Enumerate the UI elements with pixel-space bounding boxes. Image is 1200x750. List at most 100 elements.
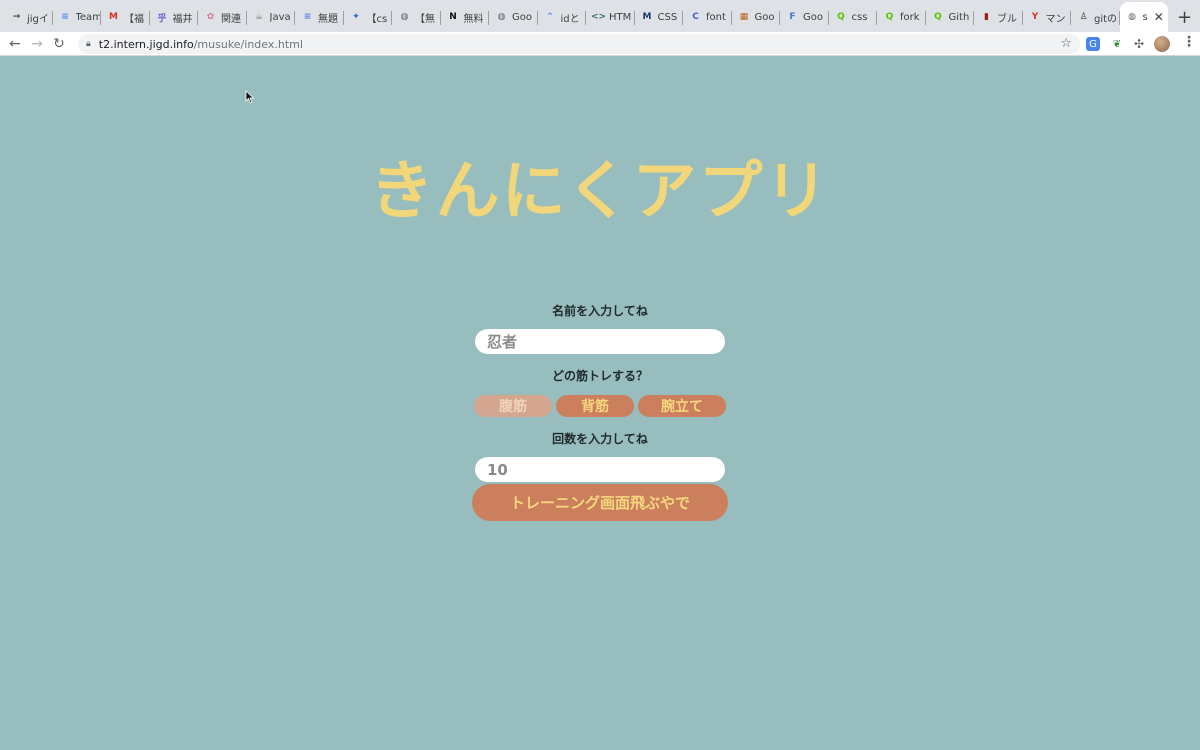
extension-leaf-icon[interactable]: ❦	[1110, 37, 1124, 51]
browser-tab[interactable]: ◍ 【無	[392, 2, 441, 32]
java-icon: ☕	[254, 12, 264, 22]
kanji-icon: 乎	[157, 13, 167, 24]
browser-tab[interactable]: ⌃ idと	[538, 2, 587, 32]
browser-tab-title: ブル	[997, 13, 1017, 25]
browser-tab[interactable]: Cfont	[683, 2, 732, 32]
translate-icon[interactable]: G	[1086, 37, 1100, 51]
browser-toolbar: ← → ↻ 🔒︎ t2.intern.jigd.info/musuke/inde…	[0, 32, 1200, 56]
browser-tab-title: 福井	[172, 13, 193, 25]
address-bar[interactable]: 🔒︎ t2.intern.jigd.info/musuke/index.html…	[78, 34, 1080, 54]
browser-tab[interactable]: ▮ ブル	[974, 2, 1023, 32]
sparkle-icon: ✦	[352, 12, 360, 22]
c-icon: C	[692, 12, 699, 22]
bookmark-star-icon[interactable]: ☆	[1060, 36, 1072, 51]
code-icon: <>	[590, 12, 607, 22]
browser-tab[interactable]: → jigイ	[4, 2, 53, 32]
browser-tab-title: Goo	[803, 11, 823, 23]
docs-icon: ≡	[61, 12, 69, 22]
count-label: 回数を入力してね	[552, 432, 648, 446]
f-icon: F	[789, 12, 796, 22]
count-input[interactable]	[475, 457, 725, 482]
forward-icon[interactable]: →	[26, 33, 48, 55]
arrow-icon: →	[12, 12, 21, 22]
exercise-option-label: 腕立て	[661, 399, 703, 415]
browser-tab[interactable]: ✿ 関連	[198, 2, 247, 32]
browser-tab[interactable]: Qfork	[877, 2, 926, 32]
person-icon: ♙	[1079, 12, 1088, 22]
exercise-label: どの筋トレする？	[551, 369, 648, 383]
image-icon: ▦	[739, 12, 749, 22]
browser-tab-title: Team	[75, 11, 102, 23]
browser-tab-title: CSS	[657, 11, 678, 23]
exercise-option-label: 腹筋	[499, 399, 527, 415]
start-training-label: トレーニング画面飛ぶやで	[509, 494, 690, 512]
browser-tab[interactable]: ▦ Goo	[732, 2, 781, 32]
m-icon: M	[642, 12, 652, 22]
browser-tab-title: マン	[1045, 13, 1066, 25]
gmail-icon: M	[109, 12, 118, 22]
browser-tab-title: Goo	[754, 11, 775, 23]
docs-icon: ≡	[303, 12, 312, 22]
browser-tab-title: jigイ	[27, 13, 49, 25]
yt-icon: Y	[1031, 12, 1039, 22]
new-tab-button[interactable]: +	[1170, 2, 1200, 32]
notion-icon: N	[449, 12, 457, 22]
browser-tab[interactable]: ✦ 【cs	[344, 2, 393, 32]
browser-tab[interactable]: ≡ Team	[53, 2, 102, 32]
browser-tab-title: fork	[900, 11, 920, 23]
exercise-option-back[interactable]: 背筋	[556, 395, 634, 417]
browser-tab[interactable]: M CSS	[635, 2, 684, 32]
book-icon: ▮	[984, 12, 989, 22]
browser-tab-title: css	[851, 11, 868, 23]
reload-icon[interactable]: ↻	[48, 33, 70, 55]
browser-tab-title: HTM	[609, 11, 632, 23]
name-label: 名前を入力してね	[552, 304, 648, 318]
url-host: t2.intern.jigd.info	[98, 37, 194, 51]
browser-tab-title: 関連	[221, 13, 241, 25]
extensions-puzzle-icon[interactable]: ✣	[1132, 37, 1146, 51]
browser-tab[interactable]: N 無料	[441, 2, 490, 32]
url-path: /musuke/index.html	[193, 37, 303, 51]
start-training-button[interactable]: トレーニング画面飛ぶやで	[472, 484, 728, 521]
lock-icon: 🔒︎	[86, 39, 91, 49]
browser-tab[interactable]: ♙ gitの	[1071, 2, 1120, 32]
browser-tab[interactable]: Qcss	[829, 2, 878, 32]
flower-icon: ✿	[206, 12, 215, 22]
browser-tab-title: Goo	[512, 11, 532, 23]
q-icon: Q	[885, 12, 894, 22]
back-icon[interactable]: ←	[4, 33, 26, 55]
mouse-cursor-icon	[245, 90, 255, 104]
browser-tab[interactable]: M 【福	[101, 2, 150, 32]
browser-tab[interactable]: ☕ Java	[247, 2, 296, 32]
browser-tab-title: 無題	[318, 13, 338, 25]
browser-tab[interactable]: ◍ s ✕	[1119, 2, 1168, 32]
chevron-up-icon: ⌃	[546, 12, 554, 22]
menu-icon[interactable]: ⋮	[1182, 34, 1196, 50]
q-icon: Q	[837, 12, 845, 22]
browser-tab-title: 無料	[463, 13, 484, 25]
exercise-option-pushup[interactable]: 腕立て	[638, 395, 726, 417]
browser-tab-title: s	[1142, 11, 1148, 23]
tab-strip: → jigイ ≡ Team M 【福乎福井 ✿ 関連 ☕ Java ≡ 無題 ✦ 【cs ◍ 【無 N 無料 ◍ Go…	[0, 0, 1200, 32]
exercise-option-abs[interactable]: 腹筋	[474, 395, 552, 417]
browser-tab-title: gitの	[1094, 13, 1118, 25]
browser-tab[interactable]: 乎福井	[150, 2, 199, 32]
browser-tab-title: font	[706, 11, 726, 23]
exercise-option-label: 背筋	[581, 399, 609, 415]
browser-tab[interactable]: ◍ Goo	[489, 2, 538, 32]
globe-icon: ◍	[1128, 12, 1136, 22]
browser-tab[interactable]: F Goo	[780, 2, 829, 32]
browser-tab[interactable]: ≡ 無題	[295, 2, 344, 32]
profile-avatar[interactable]	[1154, 36, 1170, 52]
browser-tab[interactable]: Y マン	[1023, 2, 1072, 32]
browser-tab-title: 【cs	[366, 13, 388, 25]
browser-tab-title: 【福	[124, 13, 144, 25]
name-input[interactable]	[475, 329, 725, 354]
browser-tab-title: Java	[269, 11, 291, 23]
browser-tab[interactable]: <> HTM	[586, 2, 635, 32]
browser-tab-title: 【無	[415, 13, 435, 25]
app-title: きんにくアプリ	[369, 155, 831, 229]
browser-tab[interactable]: Q Gith	[926, 2, 975, 32]
close-tab-icon[interactable]: ✕	[1154, 10, 1164, 24]
browser-tab-title: Gith	[948, 11, 970, 23]
